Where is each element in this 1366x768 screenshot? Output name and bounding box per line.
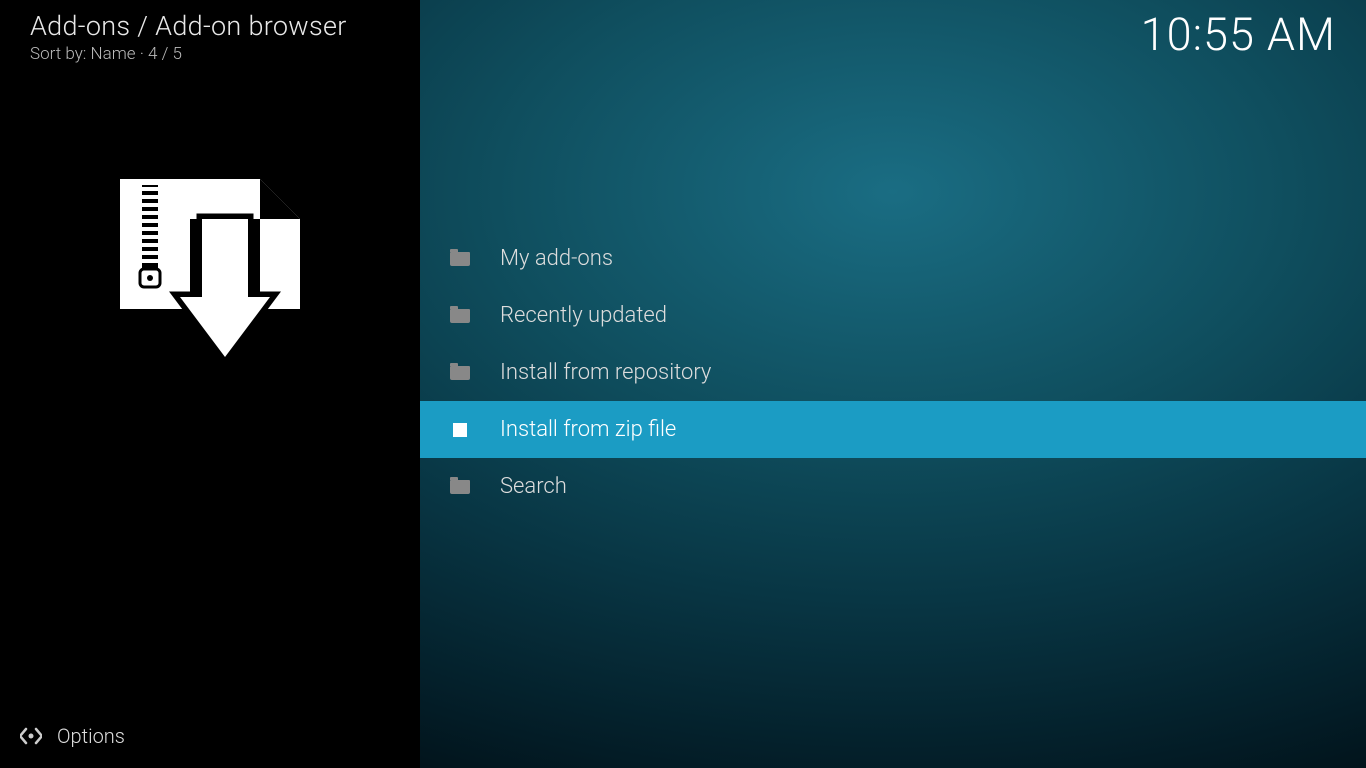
zip-icon (450, 420, 470, 440)
folder-icon (450, 306, 470, 326)
list-item-my-addons[interactable]: My add-ons (420, 230, 1366, 287)
options-icon (20, 727, 42, 745)
folder-icon (450, 477, 470, 497)
menu-list: My add-ons Recently updated Install from… (420, 230, 1366, 515)
folder-icon (450, 363, 470, 383)
folder-icon (450, 249, 470, 269)
item-label: My add-ons (500, 246, 613, 271)
options-label: Options (57, 724, 125, 748)
item-label: Search (500, 474, 567, 499)
options-bar[interactable]: Options (0, 716, 145, 756)
item-label: Install from zip file (500, 417, 676, 442)
sidebar-icon (0, 179, 420, 369)
clock: 10:55 AM (1141, 8, 1336, 61)
item-label: Recently updated (500, 303, 667, 328)
list-item-install-repository[interactable]: Install from repository (420, 344, 1366, 401)
list-item-recently-updated[interactable]: Recently updated (420, 287, 1366, 344)
header: Add-ons / Add-on browser Sort by: Name ·… (0, 0, 420, 64)
sort-info: Sort by: Name · 4 / 5 (30, 44, 390, 64)
main-panel: My add-ons Recently updated Install from… (420, 0, 1366, 768)
list-item-search[interactable]: Search (420, 458, 1366, 515)
item-label: Install from repository (500, 360, 711, 385)
install-zip-icon (120, 179, 300, 369)
breadcrumb: Add-ons / Add-on browser (30, 10, 390, 42)
sidebar: Add-ons / Add-on browser Sort by: Name ·… (0, 0, 420, 768)
app-container: 10:55 AM Add-ons / Add-on browser Sort b… (0, 0, 1366, 768)
list-item-install-zip[interactable]: Install from zip file (420, 401, 1366, 458)
